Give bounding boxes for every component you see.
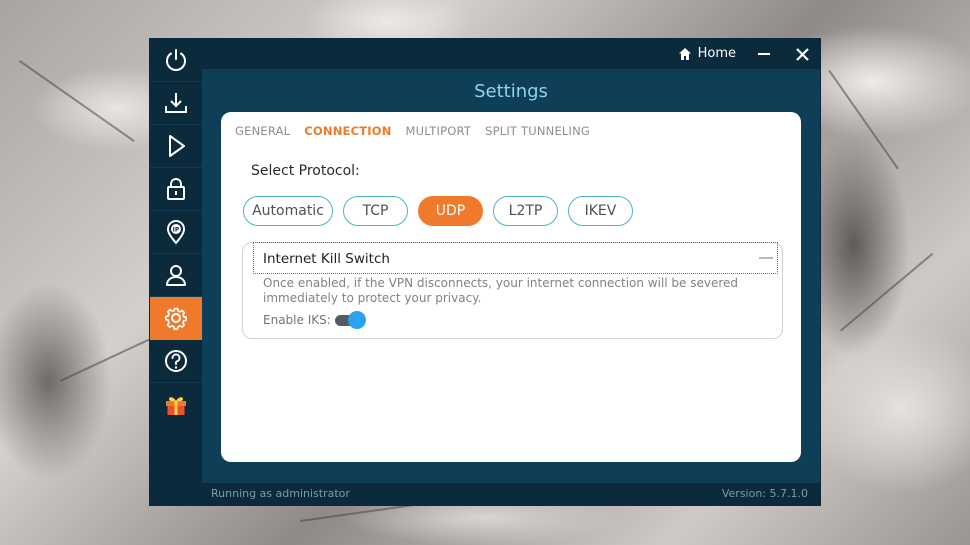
settings-panel: GENERAL CONNECTION MULTIPORT SPLIT TUNNE… — [221, 112, 801, 462]
page-title: Settings — [474, 81, 548, 102]
download-icon — [165, 93, 187, 113]
background-crack — [840, 252, 934, 332]
status-bar: Running as administrator Version: 5.7.1.… — [202, 483, 820, 505]
home-label: Home — [697, 46, 736, 61]
sidebar-item-ip[interactable]: IP — [150, 211, 202, 254]
background-crack — [60, 333, 161, 382]
kill-switch-section: Internet Kill Switch Once enabled, if th… — [242, 242, 783, 339]
toggle-knob — [348, 311, 366, 329]
svg-text:IP: IP — [173, 227, 180, 234]
sidebar-item-play[interactable] — [150, 125, 202, 168]
title-bar: Home — [202, 39, 820, 69]
collapse-icon[interactable] — [759, 257, 773, 259]
background-crack — [18, 60, 135, 142]
tab-connection[interactable]: CONNECTION — [304, 124, 391, 138]
enable-iks-label: Enable IKS: — [263, 313, 331, 327]
kill-switch-title: Internet Kill Switch — [263, 251, 390, 267]
minimize-icon — [758, 53, 770, 55]
home-icon — [678, 47, 691, 60]
protocol-udp-button[interactable]: UDP — [418, 196, 483, 226]
play-icon — [169, 135, 185, 157]
user-icon — [166, 265, 186, 286]
tab-multiport[interactable]: MULTIPORT — [406, 124, 472, 138]
settings-tabs: GENERAL CONNECTION MULTIPORT SPLIT TUNNE… — [235, 124, 590, 138]
kill-switch-description: Once enabled, if the VPN disconnects, yo… — [263, 276, 739, 305]
enable-iks-toggle[interactable] — [335, 311, 367, 329]
home-link[interactable]: Home — [678, 46, 736, 61]
protocol-automatic-button[interactable]: Automatic — [243, 196, 333, 226]
close-button[interactable] — [792, 44, 812, 64]
minimize-button[interactable] — [754, 44, 774, 64]
protocol-l2tp-button[interactable]: L2TP — [493, 196, 558, 226]
protocol-ikev-button[interactable]: IKEV — [568, 196, 633, 226]
sidebar: IP — [150, 39, 202, 505]
gear-icon — [165, 307, 187, 330]
sidebar-item-gift[interactable] — [150, 383, 202, 426]
tab-general[interactable]: GENERAL — [235, 124, 290, 138]
background-crack — [828, 70, 899, 170]
sidebar-item-settings[interactable] — [150, 297, 202, 340]
sidebar-item-download[interactable] — [150, 82, 202, 125]
lock-icon — [167, 178, 185, 200]
admin-status: Running as administrator — [211, 487, 350, 500]
power-icon — [166, 49, 186, 71]
sidebar-item-power[interactable] — [150, 39, 202, 82]
protocol-options: Automatic TCP UDP L2TP IKEV — [243, 196, 633, 226]
help-icon — [165, 350, 187, 372]
sidebar-item-lock[interactable] — [150, 168, 202, 211]
vpn-app-window: IP Home Settings GENERAL CONNECTION MULT… — [150, 39, 820, 505]
close-icon — [795, 47, 809, 61]
ip-location-icon: IP — [166, 220, 186, 245]
sidebar-item-account[interactable] — [150, 254, 202, 297]
protocol-tcp-button[interactable]: TCP — [343, 196, 408, 226]
kill-switch-header[interactable]: Internet Kill Switch — [253, 242, 778, 274]
gift-icon — [166, 396, 186, 415]
sidebar-item-help[interactable] — [150, 340, 202, 383]
tab-split-tunneling[interactable]: SPLIT TUNNELING — [485, 124, 590, 138]
version-label: Version: 5.7.1.0 — [721, 487, 808, 500]
protocol-label: Select Protocol: — [251, 163, 360, 179]
